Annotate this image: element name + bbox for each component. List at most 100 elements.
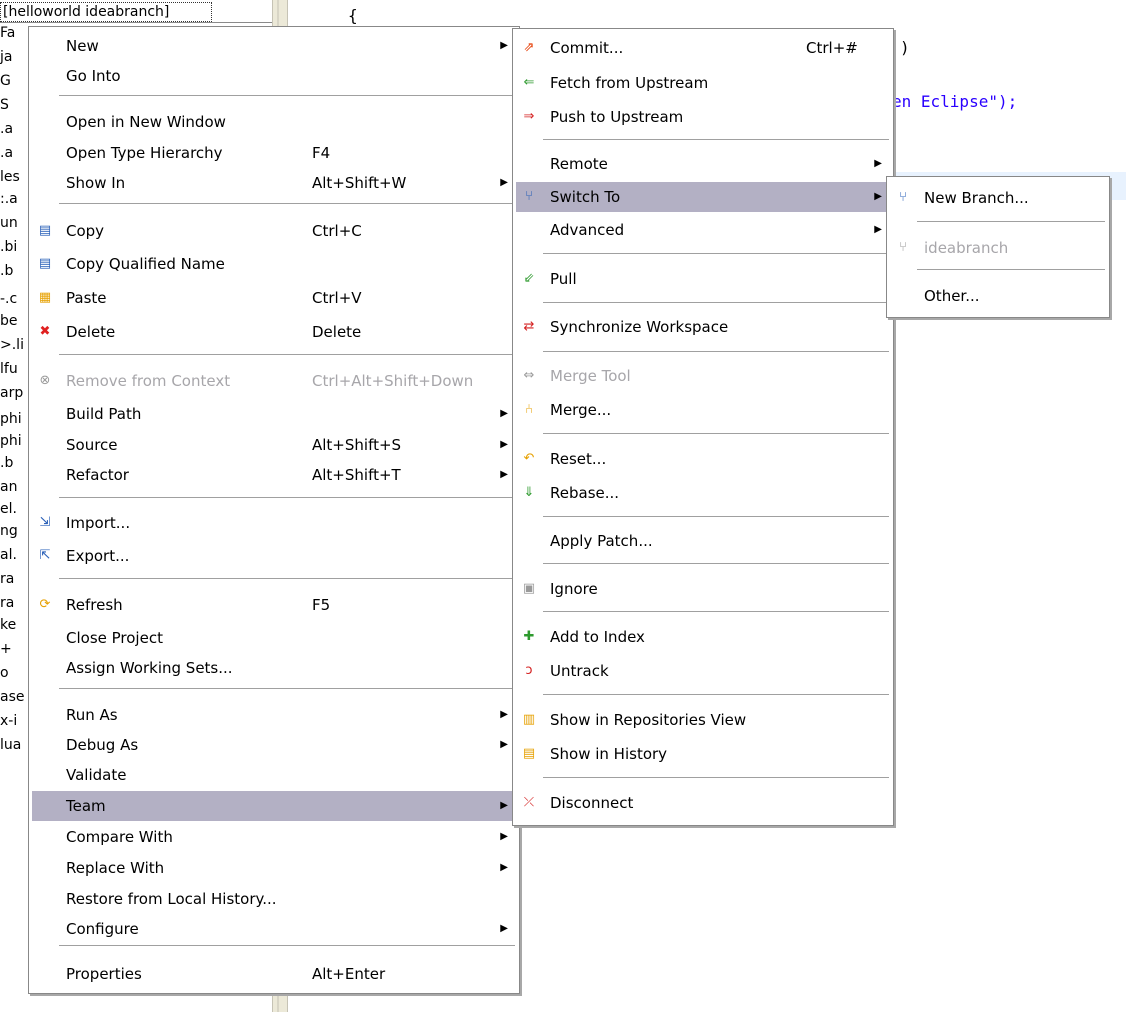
- menu-item-shortcut: F5: [312, 596, 331, 614]
- team-item-show-in-history[interactable]: ▤ Show in History: [516, 739, 890, 769]
- team-item-apply-patch[interactable]: Apply Patch...: [516, 526, 890, 556]
- team-item-disconnect[interactable]: ⤫ Disconnect: [516, 788, 890, 818]
- team-item-ignore[interactable]: ▣ Ignore: [516, 574, 890, 604]
- team-item-switch-to[interactable]: ⑂ Switch To ▶: [516, 182, 890, 212]
- explorer-tree-item[interactable]: al.: [0, 546, 26, 564]
- menu-item-copy[interactable]: ▤ Copy Ctrl+C: [32, 216, 516, 246]
- explorer-tree-item[interactable]: x-i: [0, 712, 26, 730]
- explorer-tree-item[interactable]: un: [0, 214, 26, 232]
- explorer-tree-item[interactable]: lua: [0, 736, 26, 754]
- explorer-tree-item[interactable]: G: [0, 72, 26, 90]
- team-item-merge-tool[interactable]: ⇔ Merge Tool: [516, 361, 890, 391]
- team-item-reset[interactable]: ↶ Reset...: [516, 444, 890, 474]
- team-item-merge[interactable]: ⑃ Merge...: [516, 395, 890, 425]
- menu-item-new[interactable]: New ▶: [32, 31, 516, 61]
- menu-item-validate[interactable]: Validate: [32, 760, 516, 790]
- team-item-synchronize-workspace[interactable]: ⇄ Synchronize Workspace: [516, 312, 890, 342]
- explorer-tree-item[interactable]: S: [0, 96, 26, 114]
- menu-item-build-path[interactable]: Build Path ▶: [32, 399, 516, 429]
- explorer-tree-item[interactable]: ja: [0, 48, 26, 66]
- pull-icon: ⇙: [523, 271, 535, 286]
- explorer-tree-item[interactable]: :.a: [0, 190, 26, 208]
- menu-item-assign-working-sets[interactable]: Assign Working Sets...: [32, 653, 516, 683]
- menu-item-refresh[interactable]: ⟳ Refresh F5: [32, 590, 516, 620]
- explorer-tree-item[interactable]: +: [0, 640, 26, 658]
- team-item-add-to-index[interactable]: ✚ Add to Index: [516, 622, 890, 652]
- menu-item-export[interactable]: ⇱ Export...: [32, 541, 516, 571]
- switch-item-new-branch[interactable]: ⑂ New Branch...: [890, 183, 1106, 213]
- team-item-show-in-repositories-view[interactable]: ▥ Show in Repositories View: [516, 705, 890, 735]
- menu-item-label: Synchronize Workspace: [550, 318, 729, 336]
- menu-item-import[interactable]: ⇲ Import...: [32, 508, 516, 538]
- submenu-arrow-icon: ▶: [500, 177, 508, 188]
- team-item-fetch-from-upstream[interactable]: ⇐ Fetch from Upstream: [516, 68, 890, 98]
- explorer-tree-item[interactable]: ase: [0, 688, 26, 706]
- menu-separator: [543, 302, 889, 304]
- menu-item-label: Show In: [66, 174, 126, 192]
- menu-item-paste[interactable]: ▦ Paste Ctrl+V: [32, 283, 516, 313]
- menu-item-shortcut: Delete: [312, 323, 362, 341]
- menu-item-team[interactable]: Team ▶: [32, 791, 516, 821]
- switch-item-ideabranch[interactable]: ⑂ ideabranch: [890, 233, 1106, 263]
- menu-item-replace-with[interactable]: Replace With ▶: [32, 853, 516, 883]
- menu-item-label: Show in Repositories View: [550, 711, 747, 729]
- menu-item-open-type-hierarchy[interactable]: Open Type Hierarchy F4: [32, 138, 516, 168]
- explorer-tree-item[interactable]: phi: [0, 432, 26, 450]
- explorer-tree-item[interactable]: Fa: [0, 24, 26, 42]
- team-item-advanced[interactable]: Advanced ▶: [516, 215, 890, 245]
- menu-item-restore-from-local-history[interactable]: Restore from Local History...: [32, 884, 516, 914]
- menu-item-run-as[interactable]: Run As ▶: [32, 700, 516, 730]
- team-item-untrack[interactable]: ↄ Untrack: [516, 656, 890, 686]
- explorer-selected-row[interactable]: [helloworld ideabranch]: [0, 0, 272, 23]
- explorer-tree-item[interactable]: les: [0, 168, 26, 186]
- menu-item-open-in-new-window[interactable]: Open in New Window: [32, 107, 516, 137]
- explorer-tree-item[interactable]: phi: [0, 410, 26, 428]
- submenu-arrow-icon: ▶: [500, 439, 508, 450]
- menu-item-label: Pull: [550, 270, 577, 288]
- team-item-remote[interactable]: Remote ▶: [516, 149, 890, 179]
- menu-item-close-project[interactable]: Close Project: [32, 623, 516, 653]
- menu-separator: [917, 221, 1105, 223]
- menu-separator: [59, 95, 515, 97]
- explorer-tree-item[interactable]: .b: [0, 262, 26, 280]
- explorer-tree-item[interactable]: -.c: [0, 290, 26, 308]
- explorer-tree-item[interactable]: >.li: [0, 336, 26, 354]
- team-item-rebase[interactable]: ⇓ Rebase...: [516, 478, 890, 508]
- menu-item-show-in[interactable]: Show In Alt+Shift+W ▶: [32, 168, 516, 198]
- explorer-tree-item[interactable]: ng: [0, 522, 26, 540]
- explorer-tree-item[interactable]: ra: [0, 594, 26, 612]
- explorer-tree-item[interactable]: o: [0, 664, 26, 682]
- explorer-tree-item[interactable]: arp: [0, 384, 26, 402]
- explorer-tree-item[interactable]: .bi: [0, 238, 26, 256]
- menu-item-debug-as[interactable]: Debug As ▶: [32, 730, 516, 760]
- explorer-tree-item[interactable]: ke: [0, 616, 26, 634]
- menu-item-label: Remote: [550, 155, 608, 173]
- menu-item-source[interactable]: Source Alt+Shift+S ▶: [32, 430, 516, 460]
- explorer-tree-item[interactable]: an: [0, 478, 26, 496]
- explorer-tree-item[interactable]: .a: [0, 144, 26, 162]
- team-item-pull[interactable]: ⇙ Pull: [516, 264, 890, 294]
- menu-item-remove-from-context[interactable]: ⊗ Remove from Context Ctrl+Alt+Shift+Down: [32, 366, 516, 396]
- switch-item-other[interactable]: Other...: [890, 281, 1106, 311]
- explorer-tree-item[interactable]: ra: [0, 570, 26, 588]
- menu-item-copy-qualified-name[interactable]: ▤ Copy Qualified Name: [32, 249, 516, 279]
- explorer-tree-item[interactable]: el.: [0, 500, 26, 518]
- history-icon: ▤: [522, 746, 536, 761]
- menu-item-go-into[interactable]: Go Into: [32, 61, 516, 91]
- team-item-push-to-upstream[interactable]: ⇒ Push to Upstream: [516, 102, 890, 132]
- menu-item-configure[interactable]: Configure ▶: [32, 914, 516, 944]
- menu-item-label: Team: [66, 797, 106, 815]
- explorer-tree-item[interactable]: .b: [0, 454, 26, 472]
- submenu-arrow-icon: ▶: [500, 408, 508, 419]
- explorer-tree-item[interactable]: lfu: [0, 360, 26, 378]
- menu-item-delete[interactable]: ✖ Delete Delete: [32, 317, 516, 347]
- explorer-tree-item[interactable]: be: [0, 312, 26, 330]
- export-icon: ⇱: [39, 548, 51, 563]
- menu-item-refactor[interactable]: Refactor Alt+Shift+T ▶: [32, 460, 516, 490]
- menu-item-compare-with[interactable]: Compare With ▶: [32, 822, 516, 852]
- menu-item-properties[interactable]: Properties Alt+Enter: [32, 959, 516, 989]
- explorer-tree-item[interactable]: .a: [0, 120, 26, 138]
- menu-item-label: New Branch...: [924, 189, 1029, 207]
- menu-separator: [59, 497, 515, 499]
- team-item-commit[interactable]: ⇗ Commit... Ctrl+#: [516, 33, 890, 63]
